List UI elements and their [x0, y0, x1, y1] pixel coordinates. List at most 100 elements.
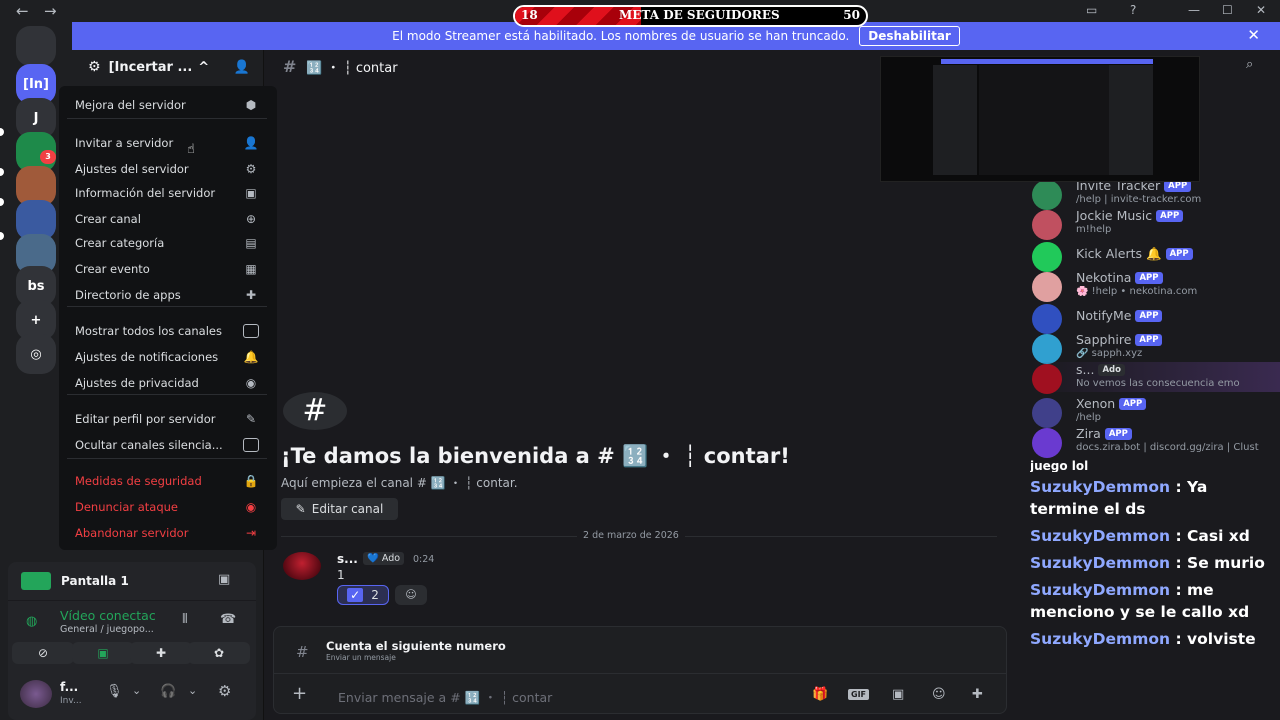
- activities-button[interactable]: ✚: [130, 642, 192, 664]
- composer-divider: [274, 673, 1006, 674]
- message: s... 💙 Ado 0:24 1 ✓ 2 ☺: [281, 550, 981, 610]
- menu-item-2[interactable]: Ajustes del servidor ⚙: [67, 158, 267, 180]
- pencil-icon: ✎: [295, 502, 306, 516]
- member-item[interactable]: Zira APP docs.zira.bot | discord.gg/zira |…: [1030, 426, 1280, 458]
- hash-icon: #: [283, 56, 297, 76]
- microphone-icon[interactable]: 🎙: [106, 684, 123, 699]
- menu-separator: [67, 394, 267, 395]
- gift-icon[interactable]: 🎁: [812, 687, 828, 702]
- disable-streamer-button[interactable]: Deshabilitar: [859, 26, 960, 46]
- user-settings-icon[interactable]: ⚙: [218, 682, 231, 700]
- banner-close-icon[interactable]: ✕: [1247, 26, 1260, 44]
- voice-status[interactable]: Vídeo conectac: [60, 608, 168, 623]
- menu-item-icon: 🔒: [243, 474, 259, 488]
- banner-text: El modo Streamer está habilitado. Los no…: [392, 29, 850, 43]
- headphones-chevron-icon[interactable]: ⌄: [188, 684, 197, 697]
- menu-item-5[interactable]: Crear categoría ▤: [67, 232, 267, 254]
- menu-item-13[interactable]: Medidas de seguridad 🔒: [67, 470, 267, 492]
- avatar[interactable]: [283, 552, 321, 580]
- app-tag: APP: [1135, 334, 1163, 346]
- member-item[interactable]: s... Ado No vemos las consecuencia emo: [1030, 362, 1280, 394]
- member-name: Jockie Music APP: [1076, 208, 1184, 223]
- back-arrow-icon[interactable]: ←: [16, 2, 29, 20]
- search-icon[interactable]: ⌕: [1246, 57, 1253, 72]
- menu-item-14[interactable]: Denunciar ataque ◉: [67, 496, 267, 518]
- inbox-icon[interactable]: ▭: [1086, 3, 1097, 17]
- member-item[interactable]: NotifyMe APP: [1030, 302, 1280, 334]
- goal-target: 50: [843, 8, 860, 22]
- message-input[interactable]: Enviar mensaje a # 🔢 ・ ┆ contar: [338, 687, 778, 706]
- menu-item-6[interactable]: Crear evento ▦: [67, 258, 267, 280]
- chat-text: : volviste: [1175, 630, 1256, 648]
- mic-chevron-icon[interactable]: ⌄: [132, 684, 141, 697]
- channel-topic-sub: Enviar un mensaje: [326, 653, 396, 662]
- window-close-button[interactable]: ✕: [1256, 3, 1266, 17]
- menu-item-icon: ⚙: [245, 162, 257, 176]
- soundboard-button[interactable]: ✿: [188, 642, 250, 664]
- voice-channel[interactable]: General / juegopo...: [60, 624, 154, 635]
- member-item[interactable]: Invite Tracker APP/help | invite-tracker.…: [1030, 178, 1280, 210]
- menu-item-icon: ▦: [245, 262, 257, 276]
- member-status: /help | invite-tracker.com: [1076, 194, 1202, 205]
- menu-item-3[interactable]: Información del servidor ▣: [67, 182, 267, 204]
- add-member-icon[interactable]: 👤: [234, 60, 250, 75]
- reaction-button[interactable]: ✓ 2: [337, 585, 389, 605]
- member-name-text: s...: [1076, 362, 1095, 377]
- server-icon-0[interactable]: [16, 26, 56, 66]
- menu-item-label: Crear categoría: [75, 236, 165, 250]
- server-header[interactable]: ⚙ [Incertar ... ^ 👤: [72, 50, 264, 84]
- menu-item-10[interactable]: Ajustes de privacidad ◉: [67, 372, 267, 394]
- menu-item-icon: ⊕: [245, 212, 257, 226]
- gif-icon[interactable]: GIF: [848, 689, 870, 700]
- menu-item-7[interactable]: Directorio de apps ✚: [67, 284, 267, 306]
- app-tag: APP: [1156, 210, 1184, 222]
- member-item[interactable]: Nekotina APP 🌸 !help • nekotina.com: [1030, 270, 1280, 302]
- chat-username: SuzukyDemmon: [1030, 630, 1171, 648]
- member-item[interactable]: Jockie Music APP m!help: [1030, 208, 1280, 240]
- attach-plus-icon[interactable]: +: [292, 683, 307, 704]
- app-tag: Ado: [1098, 364, 1125, 376]
- message-composer: # Cuenta el siguiente numero Enviar un m…: [273, 626, 1007, 714]
- menu-item-8[interactable]: Mostrar todos los canales: [67, 320, 267, 342]
- menu-item-12[interactable]: Ocultar canales silencia...: [67, 434, 267, 456]
- member-item[interactable]: Xenon APP/help: [1030, 396, 1280, 428]
- reaction-count: 2: [371, 588, 379, 602]
- menu-item-icon: 🔔: [243, 350, 259, 364]
- headphones-icon[interactable]: 🎧: [160, 684, 176, 699]
- add-reaction-icon[interactable]: ☺: [395, 585, 427, 605]
- help-icon[interactable]: ?: [1130, 3, 1136, 17]
- camera-off-button[interactable]: ⊘: [12, 642, 74, 664]
- menu-item-4[interactable]: Crear canal ⊕: [67, 208, 267, 230]
- menu-item-1[interactable]: Invitar a servidor 👤: [67, 132, 267, 154]
- chat-text: juego lol: [1030, 459, 1089, 472]
- member-item[interactable]: Kick Alerts 🔔 APP: [1030, 240, 1280, 272]
- menu-item-9[interactable]: Ajustes de notificaciones 🔔: [67, 346, 267, 368]
- disconnect-icon[interactable]: ☎: [220, 612, 236, 627]
- chat-message: SuzukyDemmon : Se murio: [1030, 552, 1274, 574]
- member-status: 🔗 sapph.xyz: [1076, 348, 1143, 359]
- menu-item-label: Crear canal: [75, 212, 141, 226]
- apps-icon[interactable]: ✚: [972, 687, 983, 702]
- sticker-icon[interactable]: ▣: [892, 687, 904, 702]
- menu-item-0[interactable]: Mejora del servidor ⬢: [67, 94, 267, 116]
- forward-arrow-icon[interactable]: →: [44, 2, 57, 20]
- menu-item-label: Mejora del servidor: [75, 98, 186, 112]
- member-item[interactable]: Sapphire APP 🔗 sapph.xyz: [1030, 332, 1280, 364]
- screen-share-button[interactable]: ▣: [72, 642, 134, 664]
- emoji-icon[interactable]: ☺: [932, 687, 946, 702]
- member-name-text: Zira: [1076, 426, 1101, 441]
- menu-item-11[interactable]: Editar perfil por servidor ✎: [67, 408, 267, 430]
- stop-stream-icon[interactable]: ▣: [218, 572, 230, 587]
- minimize-button[interactable]: —: [1188, 3, 1200, 17]
- noise-icon[interactable]: ⦀: [182, 612, 188, 627]
- user-avatar[interactable]: [20, 680, 52, 708]
- edit-channel-button[interactable]: ✎ Editar canal: [281, 498, 398, 520]
- menu-item-label: Invitar a servidor: [75, 136, 174, 150]
- user-name[interactable]: f...: [60, 680, 78, 694]
- edit-channel-label: Editar canal: [311, 502, 384, 516]
- app-tag: APP: [1104, 428, 1132, 440]
- server-icon-9[interactable]: ◎: [16, 334, 56, 374]
- maximize-button[interactable]: ☐: [1222, 3, 1233, 17]
- message-author[interactable]: s...: [337, 552, 358, 566]
- menu-item-15[interactable]: Abandonar servidor ⇥: [67, 522, 267, 544]
